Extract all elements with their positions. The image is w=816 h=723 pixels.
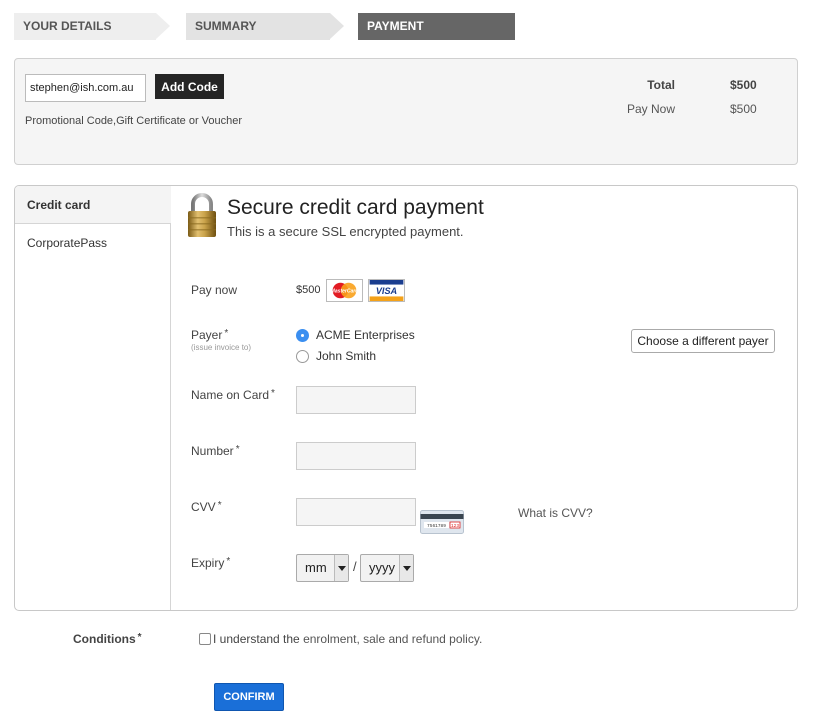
radio-unselected[interactable] (296, 349, 309, 363)
padlock-icon (188, 193, 216, 237)
expiry-separator: / (353, 559, 357, 574)
payer-label-text: Payer (191, 328, 223, 342)
payer-option-label: ACME Enterprises (316, 328, 415, 342)
chevron-down-icon (334, 555, 348, 581)
expiry-month-select[interactable]: mm (296, 554, 349, 582)
visa-text: VISA (376, 286, 397, 296)
cvv-card-code: 123 (451, 523, 459, 529)
payer-option-label: John Smith (316, 349, 377, 363)
refund-policy-link[interactable]: enrolment, sale and refund policy. (303, 632, 482, 646)
expiry-month-value: mm (305, 560, 327, 575)
cvv-label: CVV * (191, 500, 222, 514)
payer-sublabel: (issue invoice to) (191, 343, 252, 352)
expiry-label-text: Expiry (191, 556, 225, 570)
card-number-label-text: Number (191, 444, 234, 458)
checkout-steps: YOUR DETAILS SUMMARY PAYMENT (14, 13, 534, 40)
pay-now-value: $500 (730, 102, 757, 116)
name-on-card-input[interactable] (296, 386, 416, 414)
payer-option-john-smith[interactable]: John Smith (296, 347, 376, 365)
conditions-checkbox[interactable] (199, 633, 211, 645)
required-mark: * (226, 556, 231, 567)
payment-title: Secure credit card payment (227, 196, 484, 219)
total-label: Total (647, 78, 675, 92)
add-code-button[interactable]: Add Code (155, 74, 224, 99)
mastercard-icon: MasterCard (326, 279, 363, 302)
confirm-button[interactable]: CONFIRM (214, 683, 284, 711)
radio-selected[interactable] (296, 328, 309, 342)
required-mark: * (235, 444, 240, 455)
mastercard-text: MasterCard (331, 288, 360, 294)
cvv-card-icon: 7561789 123 (420, 510, 464, 534)
visa-icon: VISA (368, 279, 405, 302)
payer-label: Payer * (191, 328, 228, 342)
step-label: PAYMENT (367, 19, 424, 33)
required-mark: * (271, 388, 275, 399)
expiry-label: Expiry * (191, 556, 230, 570)
step-your-details[interactable]: YOUR DETAILS (14, 13, 170, 40)
conditions-label-text: Conditions (73, 632, 136, 646)
name-on-card-label: Name on Card * (191, 388, 275, 402)
totals: Total $500 Pay Now $500 (615, 78, 775, 126)
pay-now-field-label: Pay now (191, 283, 238, 297)
promo-code-input[interactable] (25, 74, 146, 102)
payment-method-tabs: Credit card CorporatePass (15, 186, 171, 610)
conditions-text: I understand the enrolment, sale and ref… (213, 632, 482, 646)
pay-now-amount: $500 (296, 284, 321, 296)
promo-box: Add Code Promotional Code,Gift Certifica… (14, 58, 798, 165)
step-payment[interactable]: PAYMENT (358, 13, 515, 40)
promo-help-text: Promotional Code,Gift Certificate or Vou… (25, 115, 243, 127)
tab-corporate-pass[interactable]: CorporatePass (15, 224, 171, 262)
total-value: $500 (730, 78, 757, 92)
step-label: YOUR DETAILS (23, 19, 112, 33)
card-number-input[interactable] (296, 442, 416, 470)
payment-panel: Credit card CorporatePass Secure credit … (14, 185, 798, 611)
pay-now-label: Pay Now (626, 102, 675, 116)
required-mark: * (224, 328, 229, 339)
choose-different-payer-button[interactable]: Choose a different payer (631, 329, 775, 353)
payment-subtitle: This is a secure SSL encrypted payment. (227, 224, 464, 239)
name-on-card-label-text: Name on Card (191, 388, 270, 402)
tab-credit-card[interactable]: Credit card (15, 186, 171, 224)
step-label: SUMMARY (195, 19, 257, 33)
conditions-text-prefix: I understand the (213, 632, 304, 646)
expiry-year-value: yyyy (369, 560, 395, 575)
expiry-year-select[interactable]: yyyy (360, 554, 414, 582)
payer-option-acme[interactable]: ACME Enterprises (296, 326, 415, 344)
chevron-down-icon (399, 555, 413, 581)
conditions-label: Conditions * (73, 632, 142, 646)
cvv-label-text: CVV (191, 500, 216, 514)
required-mark: * (217, 500, 222, 511)
card-number-label: Number * (191, 444, 240, 458)
required-mark: * (137, 632, 142, 643)
what-is-cvv-link[interactable]: What is CVV? (518, 506, 593, 520)
cvv-card-number: 7561789 (427, 523, 446, 529)
cvv-input[interactable] (296, 498, 416, 526)
step-summary[interactable]: SUMMARY (186, 13, 344, 40)
